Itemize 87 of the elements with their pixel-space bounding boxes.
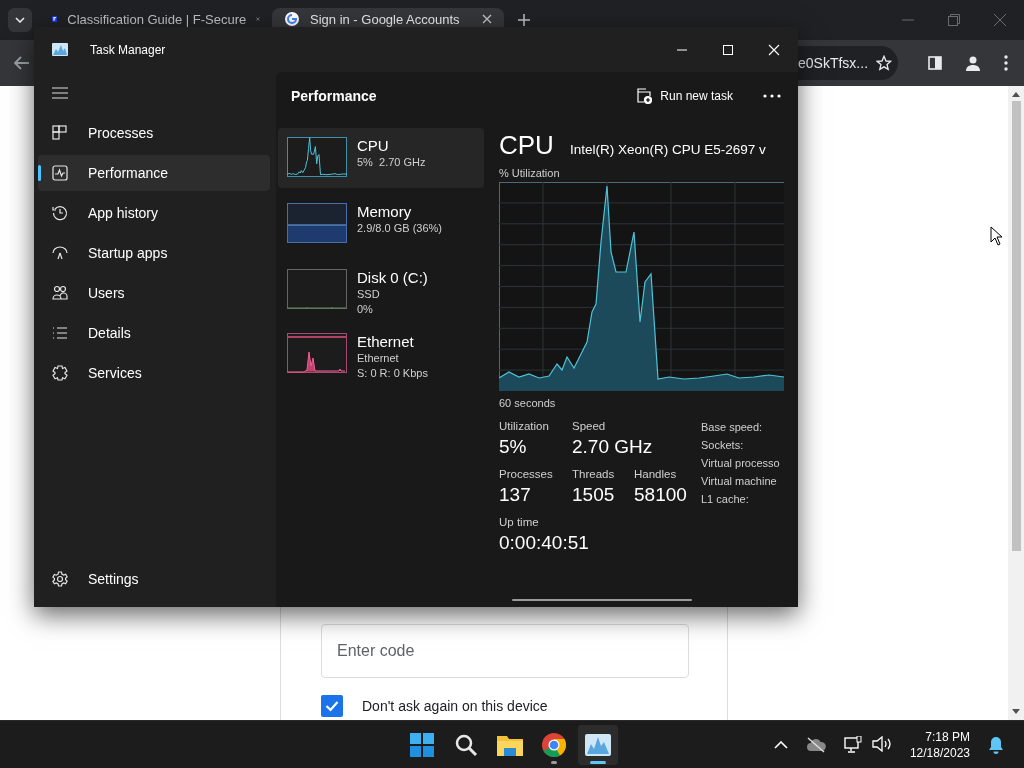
close-icon[interactable] xyxy=(482,14,492,24)
browser-icon xyxy=(542,732,566,757)
chevron-up-icon[interactable] xyxy=(773,740,788,749)
device-title: CPU xyxy=(499,130,554,161)
nav-item[interactable]: Processes xyxy=(38,115,270,151)
menu-icon[interactable] xyxy=(52,87,68,99)
clock-icon xyxy=(52,205,68,221)
restore-icon[interactable] xyxy=(948,14,960,26)
stat-label: Up time xyxy=(499,515,540,530)
browser-tab[interactable]: Classification Guide | F-Secure xyxy=(40,8,272,27)
nav-item[interactable]: Details xyxy=(38,315,270,351)
spec-label: Virtual processo xyxy=(701,456,780,471)
gauge-icon xyxy=(52,245,68,261)
device-item[interactable]: CPU 5% 2.70 GHz xyxy=(278,128,484,188)
usage-graph-thumbnail xyxy=(287,203,347,243)
stat-value: 2.70 GHz xyxy=(572,435,653,459)
usage-graph-thumbnail xyxy=(287,333,347,373)
stat-value: 1505 xyxy=(572,483,616,507)
stat-label: Speed xyxy=(572,419,607,434)
clock[interactable]: 7:18 PM 12/18/2023 xyxy=(909,728,970,761)
stat-value: 5% xyxy=(499,435,528,459)
nav-item[interactable]: Startup apps xyxy=(38,235,270,271)
volume-icon[interactable] xyxy=(871,735,892,752)
stat-label: Threads xyxy=(572,467,616,482)
scroll-thumb[interactable] xyxy=(1011,101,1021,551)
address-bar[interactable]: e0SkTfsx... xyxy=(798,46,898,80)
run-new-task-button[interactable]: Run new task xyxy=(632,84,737,108)
pulse-icon xyxy=(52,165,68,181)
stat-label: Utilization xyxy=(499,419,550,434)
spec-label: Sockets: xyxy=(701,438,745,453)
usage-graph-thumbnail xyxy=(287,137,347,177)
task-manager-button[interactable] xyxy=(578,724,618,765)
scroll-down-icon[interactable] xyxy=(1012,709,1020,714)
nav-item[interactable]: Users xyxy=(38,275,270,311)
settings-item[interactable]: Settings xyxy=(38,561,270,597)
nav-item[interactable]: Services xyxy=(38,355,270,391)
checkbox-label: Don't ask again on this device xyxy=(362,698,548,714)
profile-icon[interactable] xyxy=(964,54,982,72)
nav-item[interactable]: Performance xyxy=(38,155,270,191)
app-icon xyxy=(52,43,68,56)
stat-value: 0:00:40:51 xyxy=(499,531,589,555)
page-heading: Performance xyxy=(291,88,377,104)
side-panel-icon[interactable] xyxy=(928,56,942,70)
browser-tab[interactable]: Sign in - Google Accounts xyxy=(272,8,504,27)
users-icon xyxy=(52,285,68,301)
maximize-icon[interactable] xyxy=(722,43,734,56)
menu-icon[interactable] xyxy=(1004,55,1008,71)
window-title: Task Manager xyxy=(90,42,166,57)
grid-icon xyxy=(52,125,68,141)
time-span-label: 60 seconds xyxy=(499,397,557,409)
back-arrow-icon[interactable] xyxy=(14,56,30,70)
settings-icon xyxy=(52,571,68,587)
scroll-up-icon[interactable] xyxy=(1012,92,1020,97)
spec-label: Virtual machine xyxy=(701,474,778,489)
usage-graph-thumbnail xyxy=(287,269,347,309)
list-icon xyxy=(52,325,68,341)
search-icon xyxy=(454,732,478,757)
processor-model: Intel(R) Xeon(R) CPU E5-2697 v xyxy=(569,142,766,157)
chevron-down-icon xyxy=(15,17,25,23)
star-icon[interactable] xyxy=(876,55,892,71)
tab-list-button[interactable] xyxy=(8,8,32,32)
code-field[interactable]: Enter code xyxy=(321,624,689,678)
stat-label: Handles xyxy=(634,467,678,482)
network-icon[interactable] xyxy=(843,735,862,754)
chart-window-icon xyxy=(585,733,611,756)
cloud-off-icon[interactable] xyxy=(805,736,826,753)
scrollbar[interactable] xyxy=(512,599,692,601)
nav-item[interactable]: App history xyxy=(38,195,270,231)
add-task-icon xyxy=(636,88,653,104)
checkmark-icon xyxy=(325,700,339,712)
stat-value: 58100 xyxy=(634,483,687,507)
device-item[interactable]: Memory 2.9/8.0 GB (36%) xyxy=(278,194,484,254)
graph-label: % Utilization xyxy=(499,167,561,179)
gear-icon xyxy=(52,365,68,381)
google-g-icon xyxy=(284,11,300,27)
bell-icon[interactable] xyxy=(988,735,1004,754)
start-icon xyxy=(410,732,434,757)
mouse-pointer-icon xyxy=(990,226,1004,246)
stat-label: Processes xyxy=(499,467,554,482)
folder-icon xyxy=(497,733,523,756)
new-tab-icon[interactable] xyxy=(518,14,530,26)
checkbox[interactable] xyxy=(321,695,343,717)
spec-label: L1 cache: xyxy=(701,492,750,507)
stat-value: 137 xyxy=(499,483,532,507)
spec-label: Base speed: xyxy=(701,420,764,435)
more-options-icon[interactable] xyxy=(763,94,781,98)
scrollbar[interactable] xyxy=(1008,86,1024,720)
